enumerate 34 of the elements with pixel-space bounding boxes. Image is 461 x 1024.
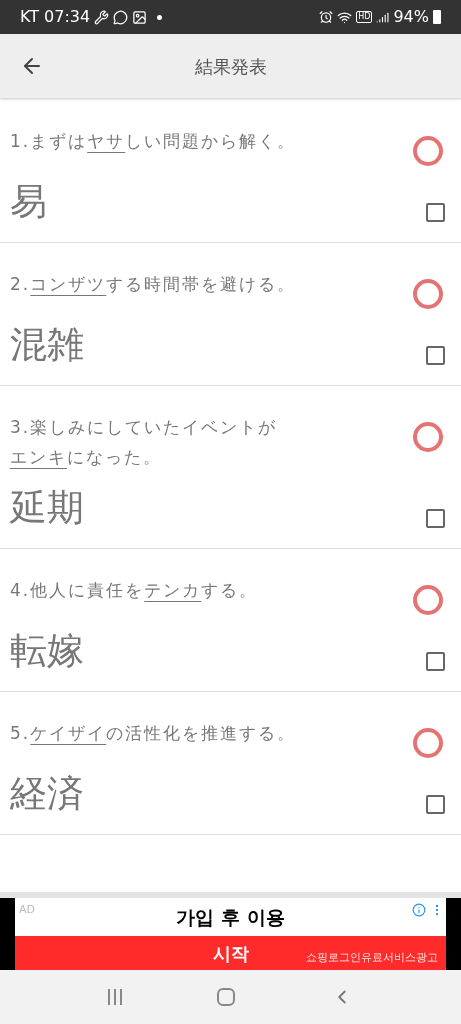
ad-label: AD	[19, 902, 35, 918]
answer-text: 易	[10, 180, 47, 224]
checkbox[interactable]	[426, 203, 445, 222]
question-text: 5.ケイザイ の活性化を推進する。	[10, 722, 297, 745]
ad-banner[interactable]: AD 가입 후 이용 시작 쇼핑로그인유료서비스광고	[0, 898, 461, 970]
home-icon[interactable]	[217, 988, 236, 1006]
wrench-icon	[94, 9, 110, 25]
checkbox[interactable]	[426, 652, 445, 671]
checkbox[interactable]	[426, 509, 445, 528]
ad-headline: 가입 후 이용	[176, 904, 285, 930]
answer-text: 転嫁	[10, 629, 84, 673]
wifi-icon	[337, 9, 353, 25]
hd-badge: HD	[356, 11, 373, 23]
chat-bubble-icon	[113, 9, 129, 25]
alarm-icon	[319, 10, 334, 24]
question-text: 4.他人に責任を テンカする。	[10, 579, 259, 602]
info-icon[interactable]	[412, 903, 426, 917]
question-text: 1.まずは ヤサ しい問題から解く。	[10, 130, 297, 153]
answer-text: 延期	[10, 486, 84, 530]
signal-icon	[376, 10, 390, 24]
answer-text: 経済	[10, 772, 84, 816]
recent-apps-icon[interactable]	[107, 989, 122, 1005]
answer-text: 混雑	[10, 323, 84, 367]
image-icon	[132, 9, 148, 25]
question-text: 3.楽しみにしていたイベントが エンキ になった。	[10, 416, 278, 469]
battery-icon	[433, 10, 441, 24]
header-title: 結果発表	[194, 54, 267, 79]
checkbox[interactable]	[426, 346, 445, 365]
status-time: KT 07:34	[20, 6, 91, 28]
ad-cta: 시작	[212, 941, 249, 966]
battery-percent: 94%	[393, 6, 429, 28]
question-text: 2.コンザツする時間帯を避ける。	[10, 273, 297, 296]
ad-disclaimer: 쇼핑로그인유료서비스광고	[306, 949, 438, 966]
checkbox[interactable]	[426, 795, 445, 814]
